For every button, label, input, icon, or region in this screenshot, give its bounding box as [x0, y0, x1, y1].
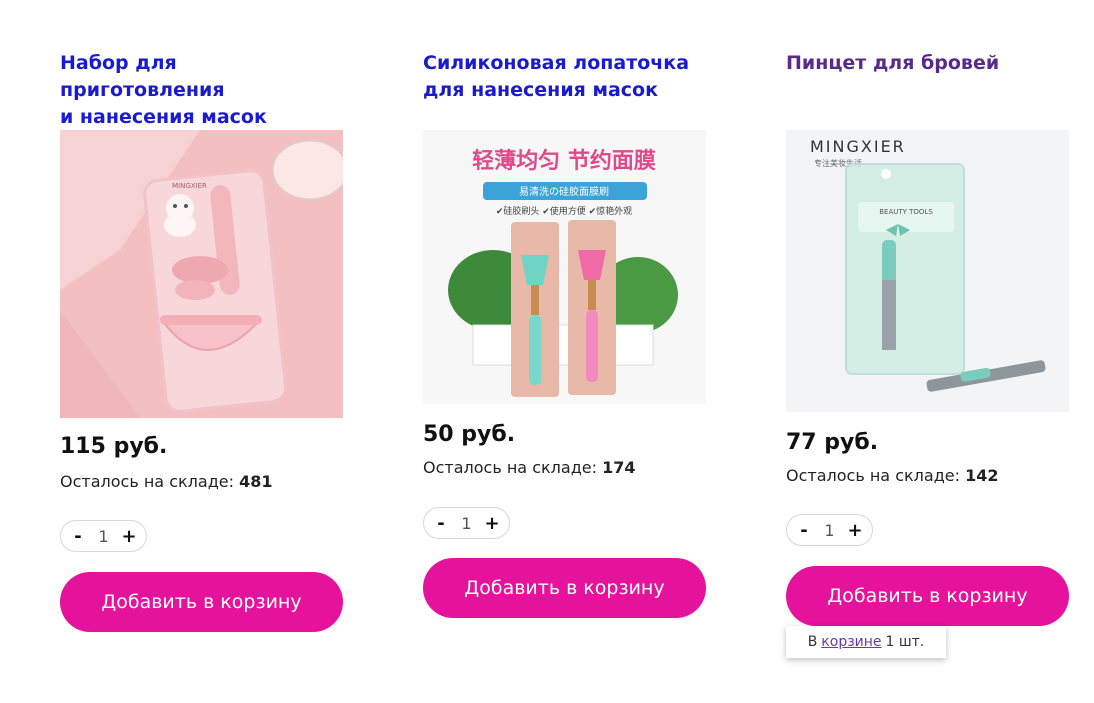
product-image[interactable]: MINGXIER — [60, 130, 343, 418]
product-title-line1: Пинцет для бровей — [786, 52, 1000, 74]
product-title-link[interactable]: Силиконовая лопаточка для нанесения масо… — [423, 50, 707, 104]
decrement-button[interactable]: - — [432, 513, 450, 534]
product-title-line2: для нанесения масок — [423, 79, 659, 101]
increment-button[interactable]: + — [120, 526, 138, 547]
stock-count: 174 — [602, 458, 636, 477]
product-price: 50 руб. — [423, 422, 516, 447]
tweezers-image: MINGXIER 专注美妆生活 BEAUTY TOOLS — [786, 130, 1069, 412]
quantity-value[interactable]: 1 — [98, 527, 108, 546]
cart-link[interactable]: корзине — [821, 634, 881, 650]
stock-info: Осталось на складе: 142 — [786, 466, 998, 485]
product-price: 77 руб. — [786, 430, 879, 455]
product-title-line2: и нанесения масок — [60, 106, 267, 128]
stock-info: Осталось на складе: 481 — [60, 472, 272, 491]
product-image[interactable]: MINGXIER 专注美妆生活 BEAUTY TOOLS — [786, 130, 1069, 412]
cart-note-suffix: 1 шт. — [885, 634, 925, 650]
product-card: Пинцет для бровей MINGXIER 专注美妆生活 BEAUTY… — [786, 50, 1070, 658]
pack-label: BEAUTY TOOLS — [879, 208, 933, 216]
stock-count: 481 — [239, 472, 273, 491]
promo-heading: 轻薄均匀 节约面膜 — [472, 148, 656, 174]
promo-banner: 易清洗の硅胶面膜刷 — [519, 185, 609, 198]
product-title-link[interactable]: Пинцет для бровей — [786, 50, 1070, 104]
increment-button[interactable]: + — [846, 520, 864, 541]
stock-label: Осталось на складе: — [60, 472, 234, 491]
brand-text: MINGXIER — [810, 137, 906, 156]
product-card: Набор для приготовления и нанесения масо… — [60, 50, 344, 632]
add-to-cart-button[interactable]: Добавить в корзину — [786, 566, 1069, 626]
quantity-stepper: - 1 + — [786, 514, 873, 546]
silicone-brush-image: 轻薄均匀 节约面膜 易清洗の硅胶面膜刷 ✔硅胶刷头 ✔使用方便 ✔惊艳外观 — [423, 130, 706, 404]
product-title-line1: Набор для приготовления — [60, 52, 225, 101]
increment-button[interactable]: + — [483, 513, 501, 534]
product-price: 115 руб. — [60, 434, 168, 459]
quantity-value[interactable]: 1 — [461, 514, 471, 533]
cart-note-prefix: В — [807, 634, 818, 650]
stock-label: Осталось на складе: — [423, 458, 597, 477]
quantity-value[interactable]: 1 — [824, 521, 834, 540]
promo-features: ✔硅胶刷头 ✔使用方便 ✔惊艳外观 — [496, 205, 632, 217]
product-title-line1: Силиконовая лопаточка — [423, 52, 690, 74]
in-cart-tooltip: В корзине 1 шт. — [786, 626, 946, 658]
stock-info: Осталось на складе: 174 — [423, 458, 635, 477]
product-image[interactable]: 轻薄均匀 节约面膜 易清洗の硅胶面膜刷 ✔硅胶刷头 ✔使用方便 ✔惊艳外观 — [423, 130, 706, 404]
mask-set-image: MINGXIER — [60, 130, 343, 418]
add-to-cart-button[interactable]: Добавить в корзину — [60, 572, 343, 632]
brand-text: MINGXIER — [172, 182, 207, 190]
quantity-stepper: - 1 + — [60, 520, 147, 552]
stock-label: Осталось на складе: — [786, 466, 960, 485]
quantity-stepper: - 1 + — [423, 507, 510, 539]
product-title-link[interactable]: Набор для приготовления и нанесения масо… — [60, 50, 344, 128]
decrement-button[interactable]: - — [795, 520, 813, 541]
decrement-button[interactable]: - — [69, 526, 87, 547]
stock-count: 142 — [965, 466, 999, 485]
product-card: Силиконовая лопаточка для нанесения масо… — [423, 50, 707, 618]
add-to-cart-button[interactable]: Добавить в корзину — [423, 558, 706, 618]
